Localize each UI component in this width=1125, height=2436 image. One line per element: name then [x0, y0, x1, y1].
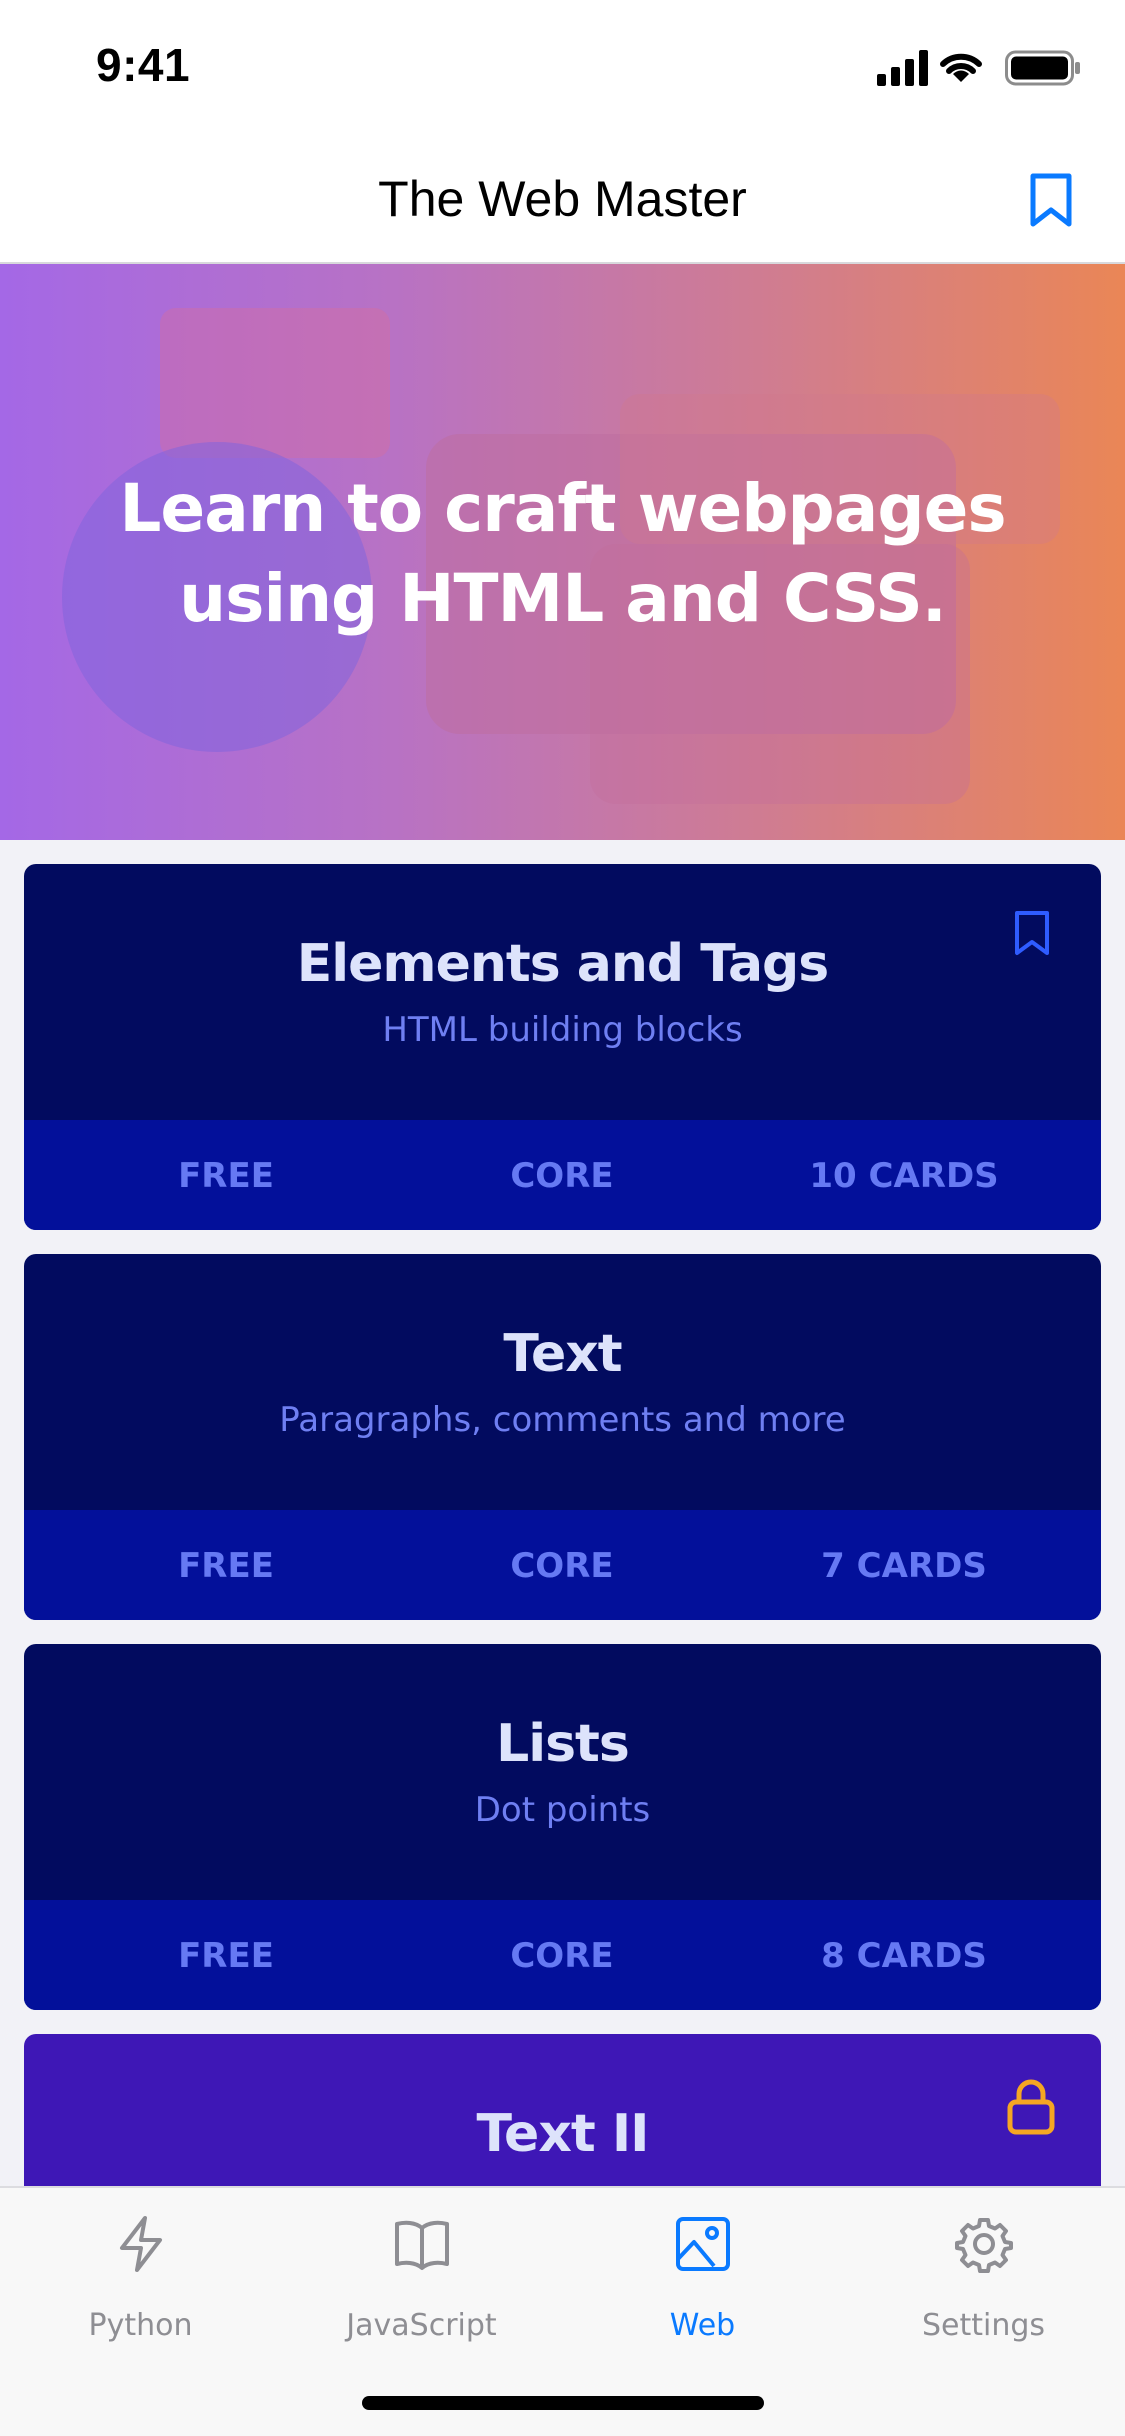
hero-headline: Learn to craft webpages using HTML and C…: [0, 464, 1125, 644]
gear-icon: [955, 2218, 1013, 2273]
tab-python[interactable]: Python: [0, 2214, 281, 2364]
hero-banner: Learn to craft webpages using HTML and C…: [0, 264, 1125, 840]
course-card-count: 10 CARDS: [809, 1156, 999, 1196]
home-indicator[interactable]: [362, 2396, 764, 2410]
course-card-count: 8 CARDS: [821, 1936, 987, 1976]
course-title: Elements and Tags: [296, 934, 829, 994]
book-icon: [395, 2220, 449, 2270]
hero-decoration: [160, 308, 390, 458]
course-subtitle: Dot points: [474, 1790, 651, 1830]
bolt-icon: [120, 2216, 162, 2272]
nav-bar: The Web Master: [0, 132, 1125, 264]
course-price: FREE: [178, 1936, 274, 1976]
course-subtitle: HTML building blocks: [382, 1010, 743, 1050]
hero-line-2: using HTML and CSS.: [179, 560, 947, 637]
page-title: The Web Master: [378, 171, 747, 227]
hero-line-1: Learn to craft webpages: [119, 470, 1006, 547]
course-card-lists[interactable]: Lists Dot points FREE CORE 8 CARDS: [24, 1644, 1101, 2010]
tab-settings[interactable]: Settings: [843, 2214, 1124, 2364]
tab-web[interactable]: Web: [562, 2214, 843, 2364]
course-level: CORE: [510, 1936, 614, 1976]
course-card-count: 7 CARDS: [821, 1546, 987, 1586]
course-meta: FREE CORE 8 CARDS: [24, 1900, 1101, 2010]
lock-icon: [1007, 2079, 1055, 2135]
course-title: Text: [503, 1324, 622, 1384]
course-title: Lists: [496, 1714, 630, 1774]
course-level: CORE: [510, 1546, 614, 1586]
course-meta: FREE CORE 7 CARDS: [24, 1510, 1101, 1620]
tab-label: Python: [88, 2308, 193, 2343]
course-subtitle: Paragraphs, comments and more: [279, 1400, 846, 1440]
tab-label: Web: [669, 2308, 736, 2343]
course-level: CORE: [510, 1156, 614, 1196]
course-title: Text II: [476, 2104, 649, 2164]
battery-icon: [1005, 50, 1080, 86]
tab-label: JavaScript: [346, 2308, 497, 2343]
status-time: 9:41: [96, 39, 191, 91]
signal-icon: [877, 50, 928, 86]
image-icon: [676, 2217, 730, 2271]
tab-label: Settings: [921, 2308, 1046, 2343]
course-card-elements-and-tags[interactable]: Elements and Tags HTML building blocks F…: [24, 864, 1101, 1230]
wifi-icon: [940, 53, 982, 82]
course-price: FREE: [178, 1156, 274, 1196]
tab-javascript[interactable]: JavaScript: [281, 2214, 562, 2364]
bookmark-icon[interactable]: [1027, 172, 1075, 228]
course-meta: FREE CORE 10 CARDS: [24, 1120, 1101, 1230]
status-bar: 9:41: [0, 0, 1125, 132]
course-card-text[interactable]: Text Paragraphs, comments and more FREE …: [24, 1254, 1101, 1620]
course-price: FREE: [178, 1546, 274, 1586]
bookmark-icon[interactable]: [1013, 910, 1051, 956]
